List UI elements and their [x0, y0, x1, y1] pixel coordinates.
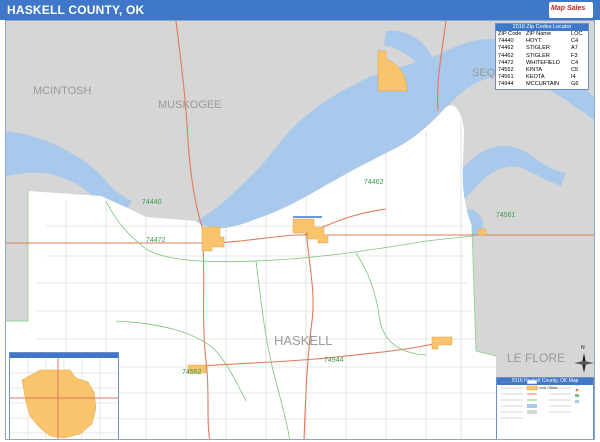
city-keota [477, 228, 487, 236]
zip-label-74472: 74472 [146, 237, 166, 244]
table-row: 74561 KEOTA I4 [496, 74, 588, 81]
zip-name-cell: MCCURTAIN [526, 81, 560, 88]
zip-name-cell: WHITEFIELD [526, 59, 560, 66]
zip-code-cell: 74472 [498, 59, 514, 66]
compass-label: N [581, 345, 585, 351]
loc-cell: C4 [571, 59, 579, 66]
column-header: LOC [571, 31, 583, 37]
column-header: ZIP Code [498, 31, 522, 37]
zip-name-cell: STIGLER [526, 52, 550, 59]
table-row: 74944 MCCURTAIN G6 [496, 81, 588, 88]
zip-locator-table: 2016 Zip Codes Locator ZIP Code ZIP Name… [495, 23, 589, 90]
zip-locator-header-row: ZIP Code ZIP Name LOC [496, 31, 588, 38]
compass-icon [574, 353, 594, 373]
zip-code-cell: 74440 [498, 38, 514, 45]
zip-code-cell: 74552 [498, 67, 514, 74]
zip-name-cell: STIGLER [526, 45, 550, 52]
zip-code-cell: 74944 [498, 81, 514, 88]
zip-label-74440: 74440 [142, 199, 162, 206]
zip-code-cell: 74462 [498, 52, 514, 59]
logo-text: Map Sales [551, 5, 586, 12]
county-label-sequoyah: SEQ [472, 67, 496, 79]
zip-name-cell: KEOTA [526, 74, 545, 81]
county-label-haskell: HASKELL [274, 333, 333, 348]
loc-cell: C4 [571, 38, 579, 45]
zip-name-cell: KINTA [526, 67, 543, 74]
zip-label-74561: 74561 [496, 212, 516, 219]
zip-code-cell: 74462 [498, 45, 514, 52]
zip-name-cell: HOYT [526, 38, 542, 45]
zip-locator-heading: 2016 Zip Codes Locator [496, 24, 588, 31]
legend-symbols [501, 379, 579, 419]
loc-cell: F3 [571, 52, 578, 59]
loc-cell: A7 [571, 45, 578, 52]
table-row: 74552 KINTA C5 [496, 67, 588, 74]
table-row: 74462 STIGLER F3 [496, 53, 588, 60]
map-title: HASKELL COUNTY, OK [7, 3, 145, 17]
column-header: ZIP Name [526, 31, 552, 37]
map-legend: 2016 Haskell County, OK Map Zip and Citi… [496, 377, 594, 439]
table-row: 74440 HOYT C4 [496, 38, 588, 45]
county-label-muskogee: MUSKOGEE [158, 99, 222, 111]
inset-map-svg [10, 358, 118, 439]
inset-map [9, 352, 119, 439]
zip-label-74552: 74552 [182, 369, 202, 376]
zip-label-74944: 74944 [324, 357, 344, 364]
zip-code-cell: 74561 [498, 74, 514, 81]
table-row: 74472 WHITEFIELD C4 [496, 60, 588, 67]
map-canvas[interactable]: MCINTOSH MUSKOGEE SEQ HASKELL LE FLORE 7… [5, 20, 595, 440]
county-label-le-flore: LE FLORE [507, 351, 566, 365]
zip-label-74462: 74462 [364, 179, 384, 186]
publisher-logo: Map Sales [549, 2, 593, 18]
loc-cell: G6 [571, 81, 579, 88]
title-bar: HASKELL COUNTY, OK Map Sales [0, 0, 600, 20]
county-label-mcintosh: MCINTOSH [33, 85, 92, 97]
loc-cell: I4 [571, 74, 576, 81]
table-row: 74462 STIGLER A7 [496, 45, 588, 52]
loc-cell: C5 [571, 67, 579, 74]
